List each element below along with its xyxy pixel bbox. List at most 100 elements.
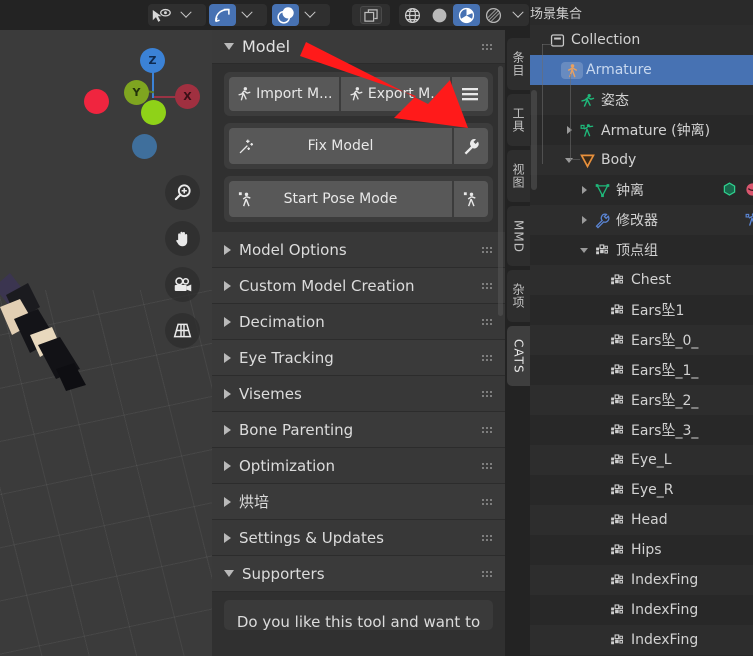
- tab-panel-2[interactable]: 视图: [507, 150, 530, 202]
- drag-grip-icon[interactable]: [481, 245, 493, 254]
- outliner-row[interactable]: 姿态: [530, 85, 753, 115]
- chevron-down-icon[interactable]: [577, 247, 591, 253]
- drag-grip-icon[interactable]: [481, 569, 493, 578]
- wireframe-globe-icon[interactable]: [399, 4, 426, 26]
- import-model-button[interactable]: Import M...: [229, 77, 339, 111]
- chevron-right-icon[interactable]: [577, 186, 591, 194]
- cats-section-list: Model Options Custom Model Creation Decima…: [212, 232, 505, 592]
- outliner-row[interactable]: Hips: [530, 535, 753, 565]
- tab-panel-0[interactable]: 条目: [507, 38, 530, 90]
- outliner-row[interactable]: Body: [530, 145, 753, 175]
- gizmo-axis-neg-z[interactable]: [132, 134, 157, 159]
- overlays-group[interactable]: [272, 4, 330, 26]
- outliner-row[interactable]: Collection: [530, 25, 753, 55]
- drag-grip-icon[interactable]: [481, 389, 493, 398]
- rendered-sphere-icon[interactable]: [480, 4, 507, 26]
- drag-grip-icon[interactable]: [481, 533, 493, 542]
- cats-section-6[interactable]: Optimization: [212, 448, 505, 484]
- drag-grip-icon[interactable]: [481, 461, 493, 470]
- cursor-eye-icon[interactable]: [148, 4, 175, 26]
- scene-collection-label: 场景集合: [530, 7, 583, 22]
- gizmo-axis-z[interactable]: Z: [140, 48, 165, 73]
- gizmo-axis-neg-x[interactable]: [84, 89, 109, 114]
- cats-section-7[interactable]: 烘培: [212, 484, 505, 520]
- outliner-row[interactable]: 钟离: [530, 175, 753, 205]
- tab-cats[interactable]: CATS: [507, 326, 530, 386]
- gizmo-axis-neg-y[interactable]: [141, 100, 166, 125]
- cats-section-5[interactable]: Bone Parenting: [212, 412, 505, 448]
- solid-sphere-icon[interactable]: [426, 4, 453, 26]
- gizmo-arrow-icon[interactable]: [209, 4, 236, 26]
- chevron-right-icon[interactable]: [577, 216, 591, 224]
- drag-grip-icon[interactable]: [481, 353, 493, 362]
- outliner-scrollbar[interactable]: [531, 90, 537, 190]
- pan-view-button[interactable]: [165, 221, 200, 256]
- cats-section-9[interactable]: Supporters: [212, 556, 505, 592]
- drag-grip-icon[interactable]: [481, 281, 493, 290]
- drag-grip-icon[interactable]: [481, 42, 493, 51]
- pose-mode-options-button[interactable]: [454, 181, 488, 217]
- outliner-row[interactable]: IndexFing: [530, 595, 753, 625]
- outliner-row[interactable]: Ears坠_3_: [530, 415, 753, 445]
- model-menu-button[interactable]: [452, 77, 488, 111]
- chevron-down-icon[interactable]: [175, 4, 197, 26]
- chevron-right-icon[interactable]: [562, 126, 576, 134]
- outliner-row[interactable]: IndexFing: [530, 625, 753, 655]
- outliner-row[interactable]: Ears坠_2_: [530, 385, 753, 415]
- cats-section-2[interactable]: Decimation: [212, 304, 505, 340]
- cats-panel-scrollbar[interactable]: [498, 66, 503, 316]
- outliner-row[interactable]: Eye_R: [530, 475, 753, 505]
- outliner-row[interactable]: Eye_L: [530, 445, 753, 475]
- view-orientation-gizmo[interactable]: Z Y X: [84, 48, 200, 159]
- toggle-perspective-button[interactable]: [165, 313, 200, 348]
- outliner-row[interactable]: Ears坠1: [530, 295, 753, 325]
- cats-section-3[interactable]: Eye Tracking: [212, 340, 505, 376]
- model-panel-header[interactable]: Model: [212, 30, 505, 64]
- material-preview-icon[interactable]: [453, 4, 480, 26]
- fix-model-button[interactable]: Fix Model: [229, 128, 452, 164]
- chevron-down-icon[interactable]: [507, 4, 529, 26]
- shading-group[interactable]: [399, 4, 529, 26]
- chevron-down-icon[interactable]: [299, 4, 321, 26]
- outliner-row[interactable]: 顶点组: [530, 235, 753, 265]
- outliner-row-icon-wrap: [591, 212, 613, 229]
- tab-panel-4[interactable]: 杂项: [507, 270, 530, 322]
- outliner-row[interactable]: Chest: [530, 265, 753, 295]
- xray-toggle-icon[interactable]: [360, 6, 382, 24]
- cats-section-0[interactable]: Model Options: [212, 232, 505, 268]
- camera-view-button[interactable]: [165, 267, 200, 302]
- chevron-down-icon[interactable]: [236, 4, 258, 26]
- outliner-row[interactable]: Armature (钟离): [530, 115, 753, 145]
- outliner-row[interactable]: Head: [530, 505, 753, 535]
- cats-section-label: Model Options: [239, 240, 347, 259]
- gizmo-axis-y[interactable]: Y: [124, 80, 149, 105]
- outliner-row[interactable]: Ears坠_0_: [530, 325, 753, 355]
- overlay-sphere-icon[interactable]: [272, 4, 299, 26]
- tree-connector-line: [570, 159, 580, 160]
- fix-model-settings-button[interactable]: [454, 128, 488, 164]
- outliner-row-label: Eye_R: [631, 482, 674, 498]
- export-model-button[interactable]: Export M...: [340, 77, 450, 111]
- outliner-row-icon-wrap: [606, 542, 628, 559]
- vertexgroup-icon: [595, 243, 608, 254]
- drag-grip-icon[interactable]: [481, 497, 493, 506]
- outliner-row[interactable]: 修改器: [530, 205, 753, 235]
- start-pose-mode-button[interactable]: Start Pose Mode: [229, 181, 452, 217]
- outliner-row[interactable]: Armature: [530, 55, 753, 85]
- drag-grip-icon[interactable]: [481, 425, 493, 434]
- cats-section-4[interactable]: Visemes: [212, 376, 505, 412]
- gizmo-axis-x[interactable]: X: [175, 84, 200, 109]
- tab-panel-1[interactable]: 工具: [507, 94, 530, 146]
- outliner-row[interactable]: IndexFing: [530, 565, 753, 595]
- tree-connector-line: [542, 44, 543, 164]
- transform-gizmo-group[interactable]: [209, 4, 267, 26]
- zoom-view-button[interactable]: [165, 175, 200, 210]
- tab-panel-3[interactable]: MMD: [507, 206, 530, 266]
- outliner-row[interactable]: Ears坠_1_: [530, 355, 753, 385]
- xray-group[interactable]: [352, 4, 390, 26]
- 3d-viewport[interactable]: Z Y X: [0, 0, 212, 656]
- cats-section-8[interactable]: Settings & Updates: [212, 520, 505, 556]
- cats-section-1[interactable]: Custom Model Creation: [212, 268, 505, 304]
- drag-grip-icon[interactable]: [481, 317, 493, 326]
- select-visibility-group[interactable]: [148, 4, 206, 26]
